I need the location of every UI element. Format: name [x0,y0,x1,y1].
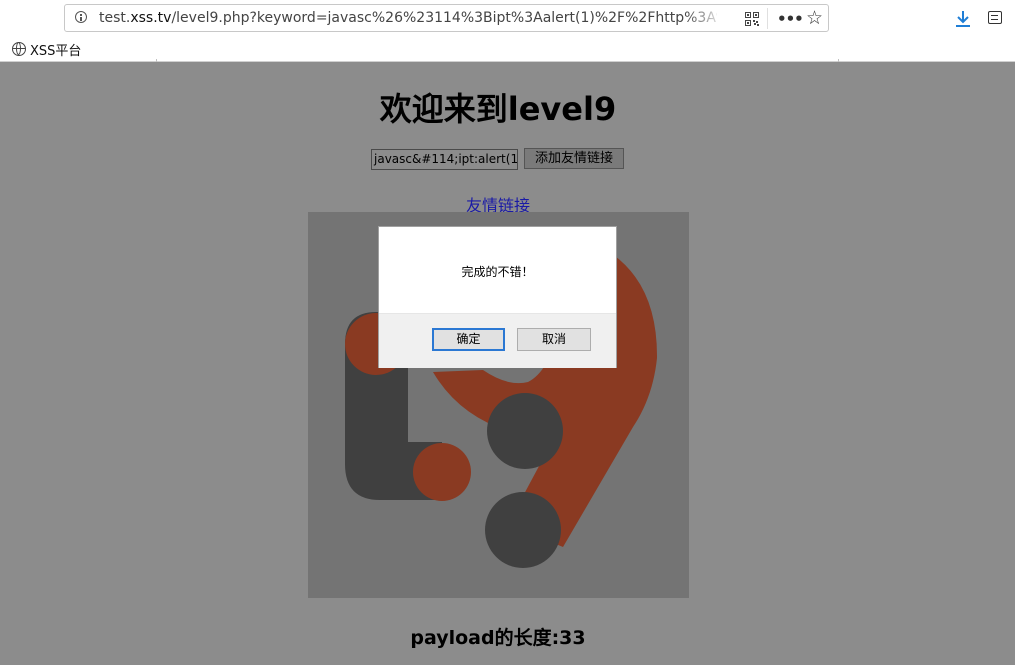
payload-length: payload的长度:33 [410,627,586,649]
extension-icon[interactable] [988,11,1002,24]
alert-dialog: 完成的不错！ 确定 取消 [378,226,617,368]
dialog-button-bar: 确定 取消 [379,313,616,368]
add-link-button[interactable]: 添加友情链接 [524,148,624,169]
keyword-input[interactable]: javasc&#114;ipt:alert(1) [371,149,518,170]
url-text[interactable]: test.xss.tv/level9.php?keyword=javasc%26… [99,10,717,26]
globe-icon [12,42,26,56]
toolbar-tick [838,59,839,62]
bookmark-label: XSS平台 [30,43,82,59]
page-title: 欢迎来到level9 [379,90,617,128]
toolbar-separator [767,8,768,29]
info-icon[interactable] [75,11,87,23]
ok-button[interactable]: 确定 [432,328,505,351]
url-fade [685,7,725,29]
qr-code-icon[interactable] [745,12,759,26]
download-icon[interactable] [955,10,971,28]
address-bar[interactable]: test.xss.tv/level9.php?keyword=javasc%26… [64,4,829,32]
toolbar-tick [156,59,157,62]
bookmark-xss[interactable]: XSS平台 [12,40,82,59]
star-icon[interactable]: ☆ [806,7,823,29]
dialog-message: 完成的不错！ [461,265,534,279]
more-icon[interactable]: ••• [777,10,804,28]
browser-toolbar: test.xss.tv/level9.php?keyword=javasc%26… [0,0,1015,62]
toolbar-divider [0,61,1015,62]
cancel-button[interactable]: 取消 [517,328,591,351]
